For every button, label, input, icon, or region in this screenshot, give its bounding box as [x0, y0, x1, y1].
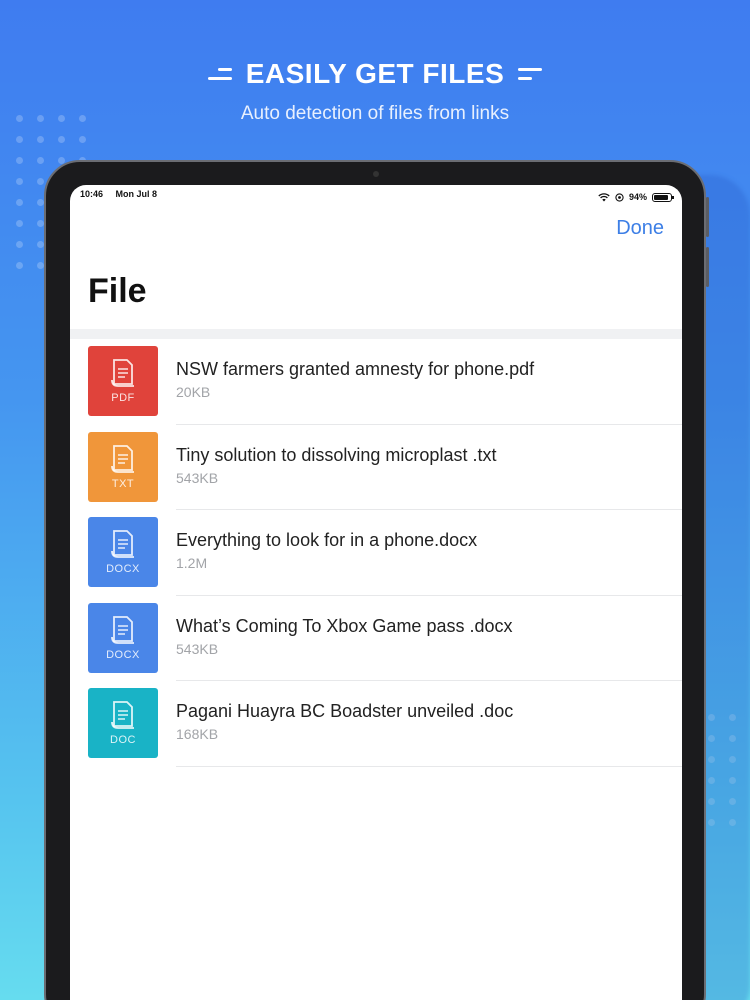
file-type-label: DOC — [110, 734, 136, 746]
section-separator — [70, 329, 682, 339]
file-type-badge: DOC — [88, 688, 158, 758]
tablet-frame: 10:46 Mon Jul 8 94% Done File PDF NSW fa… — [44, 160, 709, 1000]
promo-subheadline: Auto detection of files from links — [240, 103, 510, 124]
menu-lines-icon — [518, 68, 543, 80]
file-list-item[interactable]: TXT Tiny solution to dissolving micropla… — [70, 425, 682, 510]
file-list-item[interactable]: DOC Pagani Huayra BC Boadster unveiled .… — [70, 681, 682, 767]
tablet-side-button — [706, 247, 709, 287]
file-list-item[interactable]: PDF NSW farmers granted amnesty for phon… — [70, 339, 682, 425]
headline-text: EASILY GET FILES — [245, 58, 505, 89]
menu-lines-icon — [207, 68, 232, 80]
file-size: 1.2M — [176, 555, 208, 571]
file-size: 543KB — [176, 640, 219, 657]
status-bar: 10:46 Mon Jul 8 94% — [70, 185, 682, 205]
file-size: 168KB — [176, 726, 219, 742]
file-name: What’s Coming To Xbox Game pass .docx — [176, 615, 513, 636]
file-name: NSW farmers granted amnesty for phone.pd… — [176, 359, 535, 379]
status-time: 10:46 — [80, 189, 104, 199]
file-type-label: TXT — [111, 477, 135, 490]
file-type-label: PDF — [111, 392, 135, 404]
location-icon — [615, 192, 624, 202]
page-title: File — [88, 272, 147, 310]
file-name: Tiny solution to dissolving microplast .… — [176, 444, 497, 465]
file-name: Pagani Huayra BC Boadster unveiled .doc — [176, 701, 514, 721]
document-icon — [111, 444, 134, 473]
navigation-bar: Done — [70, 205, 682, 267]
battery-percent: 94% — [628, 192, 647, 202]
file-type-badge: TXT — [88, 431, 158, 502]
camera-dot — [373, 171, 379, 177]
document-icon — [111, 359, 134, 387]
tablet-side-button — [706, 197, 709, 237]
file-list-item[interactable]: DOCX What’s Coming To Xbox Game pass .do… — [70, 596, 682, 681]
file-type-badge: DOCX — [88, 602, 158, 673]
wifi-icon — [598, 192, 610, 201]
battery-icon — [652, 192, 674, 202]
file-size: 543KB — [176, 469, 219, 486]
status-date: Mon Jul 8 — [115, 189, 158, 199]
file-type-label: DOCX — [106, 648, 140, 661]
promo-headline: EASILY GET FILES — [0, 58, 750, 90]
document-icon — [111, 701, 134, 729]
file-list-item[interactable]: DOCX Everything to look for in a phone.d… — [70, 510, 682, 596]
file-type-label: DOCX — [106, 563, 140, 575]
file-list: PDF NSW farmers granted amnesty for phon… — [70, 339, 682, 767]
done-button[interactable]: Done — [616, 217, 664, 240]
app-screen: 10:46 Mon Jul 8 94% Done File PDF NSW fa… — [70, 185, 682, 1000]
file-type-badge: DOCX — [88, 517, 158, 587]
document-icon — [111, 615, 134, 644]
file-name: Everything to look for in a phone.docx — [176, 530, 478, 550]
file-size: 20KB — [176, 384, 211, 400]
file-type-badge: PDF — [88, 346, 158, 416]
document-icon — [111, 530, 134, 558]
